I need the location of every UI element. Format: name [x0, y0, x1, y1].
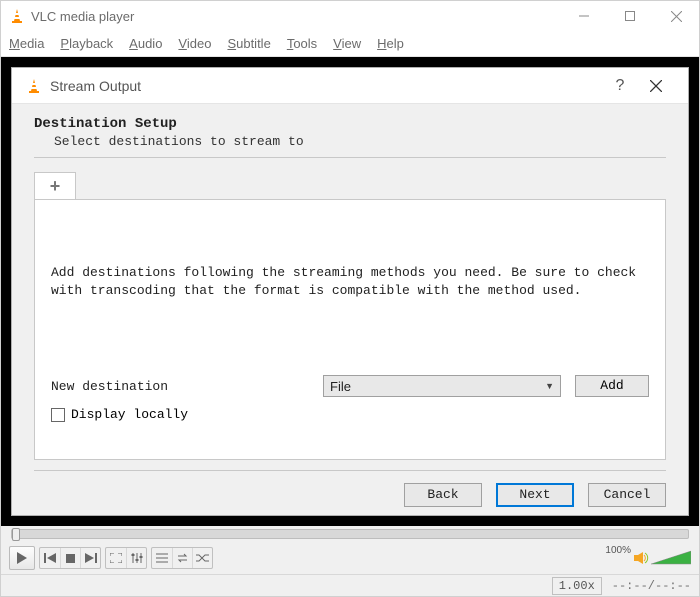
main-title: VLC media player: [31, 9, 561, 24]
display-locally-row: Display locally: [51, 407, 649, 422]
divider: [34, 157, 666, 158]
display-locally-checkbox[interactable]: [51, 408, 65, 422]
tab-strip: +: [34, 172, 666, 200]
next-button[interactable]: Next: [496, 483, 574, 507]
vlc-cone-icon: [26, 78, 42, 94]
playback-speed[interactable]: 1.00x: [552, 577, 602, 595]
video-area: Stream Output ? Destination Setup Select…: [1, 57, 699, 526]
dialog-buttons: Back Next Cancel: [34, 470, 666, 507]
menu-help[interactable]: Help: [377, 36, 404, 51]
new-destination-row: New destination File ▼ Add: [51, 375, 649, 397]
menu-video[interactable]: Video: [178, 36, 211, 51]
seekbar[interactable]: [1, 526, 699, 542]
volume-area: 100%: [605, 550, 691, 566]
menu-playback[interactable]: Playback: [60, 36, 113, 51]
playlist-button[interactable]: [152, 548, 172, 568]
status-bar: 1.00x --:--/--:--: [1, 574, 699, 596]
volume-percent: 100%: [605, 545, 631, 556]
play-button[interactable]: [9, 546, 35, 570]
volume-slider[interactable]: [651, 550, 691, 566]
display-locally-label: Display locally: [71, 407, 188, 422]
seek-track: [11, 529, 689, 539]
destination-select-value: File: [330, 379, 351, 394]
dialog-help-button[interactable]: ?: [602, 68, 638, 104]
dialog-title: Stream Output: [50, 78, 602, 94]
vlc-cone-icon: [9, 8, 25, 24]
add-button[interactable]: Add: [575, 375, 649, 397]
back-button[interactable]: Back: [404, 483, 482, 507]
fullscreen-button[interactable]: [106, 548, 126, 568]
dialog-titlebar: Stream Output ?: [12, 68, 688, 104]
prev-button[interactable]: [40, 548, 60, 568]
tab-area: + Add destinations following the streami…: [34, 172, 666, 460]
time-display: --:--/--:--: [612, 579, 691, 593]
menu-view[interactable]: View: [333, 36, 361, 51]
tab-content: Add destinations following the streaming…: [34, 199, 666, 460]
speaker-icon[interactable]: [633, 551, 649, 565]
section-title: Destination Setup: [34, 116, 666, 132]
main-window: VLC media player Media Playback Audio Vi…: [0, 0, 700, 597]
minimize-button[interactable]: [561, 1, 607, 31]
add-tab-button[interactable]: +: [34, 172, 76, 200]
dialog-close-button[interactable]: [638, 68, 674, 104]
stop-button[interactable]: [60, 548, 80, 568]
close-button[interactable]: [653, 1, 699, 31]
maximize-button[interactable]: [607, 1, 653, 31]
next-button[interactable]: [80, 548, 100, 568]
menu-subtitle[interactable]: Subtitle: [227, 36, 270, 51]
random-button[interactable]: [192, 548, 212, 568]
destination-select[interactable]: File ▼: [323, 375, 561, 397]
cancel-button[interactable]: Cancel: [588, 483, 666, 507]
bottom-controls: 100% 1.00x --:--/--:--: [1, 526, 699, 596]
menubar: Media Playback Audio Video Subtitle Tool…: [1, 31, 699, 57]
controls-row: 100%: [1, 542, 699, 574]
section-subtitle: Select destinations to stream to: [54, 134, 666, 149]
menu-media[interactable]: Media: [9, 36, 44, 51]
loop-button[interactable]: [172, 548, 192, 568]
description-text: Add destinations following the streaming…: [51, 264, 649, 299]
dialog-body: Destination Setup Select destinations to…: [12, 104, 688, 515]
menu-audio[interactable]: Audio: [129, 36, 162, 51]
menu-tools[interactable]: Tools: [287, 36, 317, 51]
seek-thumb[interactable]: [12, 528, 20, 541]
chevron-down-icon: ▼: [545, 381, 554, 391]
main-titlebar: VLC media player: [1, 1, 699, 31]
stream-output-dialog: Stream Output ? Destination Setup Select…: [11, 67, 689, 516]
ext-settings-button[interactable]: [126, 548, 146, 568]
new-destination-label: New destination: [51, 379, 323, 394]
